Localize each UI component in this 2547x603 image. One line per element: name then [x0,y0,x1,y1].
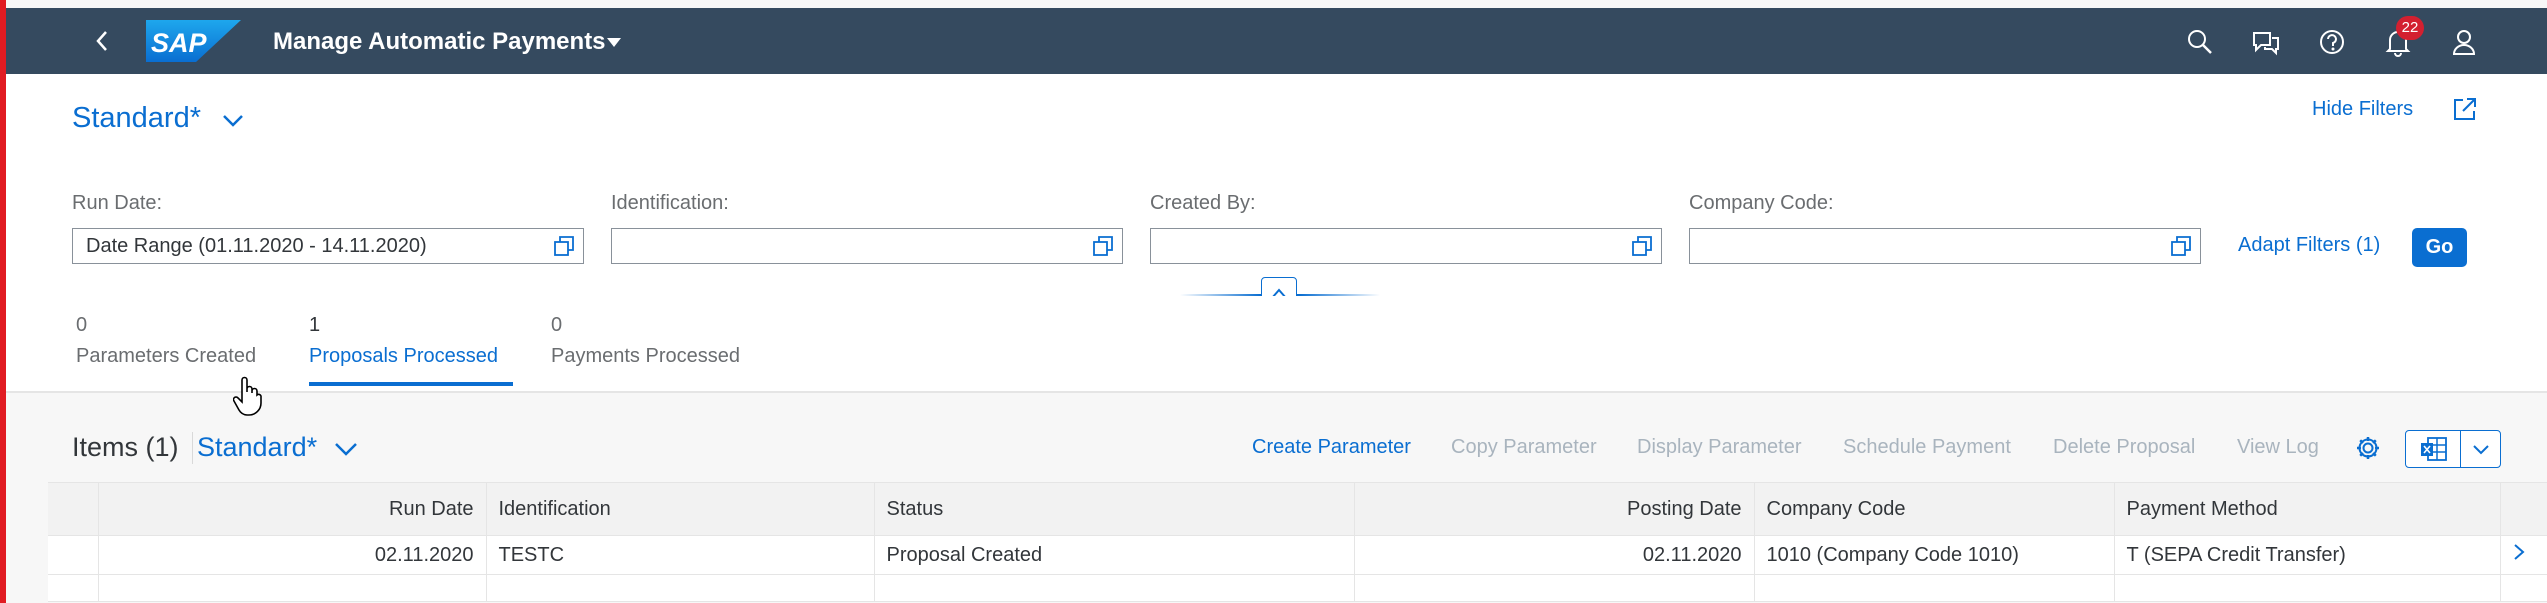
search-icon[interactable] [2184,26,2216,58]
spreadsheet-export-icon [2421,437,2447,461]
tab-count: 0 [551,314,563,336]
column-header-identification[interactable]: Identification [486,482,875,536]
tab-payments-processed[interactable]: 0 Payments Processed [551,314,740,368]
empty-cell [98,574,487,602]
view-log-button[interactable]: View Log [2237,436,2319,459]
row-selector[interactable] [48,535,99,575]
cell-run-date: 02.11.2020 [98,535,487,575]
run-date-field[interactable]: Date Range (01.11.2020 - 14.11.2020) [72,228,584,264]
adapt-filters-button[interactable]: Adapt Filters (1) [2238,234,2380,257]
tab-proposals-processed[interactable]: 1 Proposals Processed [309,314,498,368]
tab-parameters-created[interactable]: 0 Parameters Created [76,314,256,368]
company-code-field[interactable] [1689,228,2201,264]
tab-label: Payments Processed [551,345,740,367]
app-title[interactable]: Manage Automatic Payments [273,28,606,56]
column-header-payment-method[interactable]: Payment Method [2114,482,2501,536]
hide-filters-button[interactable]: Hide Filters [2312,98,2413,121]
chevron-down-icon[interactable] [334,442,358,456]
display-parameter-button[interactable]: Display Parameter [1637,436,1802,459]
active-tab-indicator [309,382,513,386]
empty-cell [2500,574,2547,602]
user-icon[interactable] [2448,26,2480,58]
variant-selector[interactable]: Standard* [72,102,201,135]
empty-table-row [48,574,2547,602]
delete-proposal-button[interactable]: Delete Proposal [2053,436,2195,459]
back-icon[interactable] [88,28,118,54]
value-help-icon[interactable] [2170,235,2192,257]
tab-bar: 0 Parameters Created 1 Proposals Process… [6,296,2547,416]
caret-down-icon[interactable] [607,38,621,47]
sap-logo-text: SAP [151,28,208,58]
payments-table: Run Date Identification Status Posting D… [48,482,2547,602]
cell-company-code: 1010 (Company Code 1010) [1754,535,2115,575]
table-header-row: Run Date Identification Status Posting D… [48,482,2547,536]
chevron-right-icon [2513,544,2525,560]
column-header-posting-date[interactable]: Posting Date [1354,482,1755,536]
column-header-run-date[interactable]: Run Date [98,482,487,536]
cell-status: Proposal Created [874,535,1355,575]
tab-label: Parameters Created [76,345,257,367]
hand-cursor-icon [233,376,262,416]
value-help-icon[interactable] [1092,235,1114,257]
table-variant-selector[interactable]: Standard* [197,432,317,463]
cell-payment-method: T (SEPA Credit Transfer) [2114,535,2501,575]
share-icon[interactable] [2452,96,2478,122]
go-button[interactable]: Go [2412,228,2467,267]
created-by-field[interactable] [1150,228,1662,264]
run-date-label: Run Date: [72,192,163,214]
company-code-label: Company Code: [1689,192,1834,214]
cell-identification: TESTC [486,535,875,575]
empty-cell [48,574,99,602]
empty-cell [1754,574,2115,602]
schedule-payment-button[interactable]: Schedule Payment [1843,436,2011,459]
toolbar-separator [192,432,193,464]
table-row[interactable]: 02.11.2020 TESTC Proposal Created 02.11.… [48,535,2547,575]
navigation-column-header [2500,482,2547,536]
tab-count: 0 [76,314,88,336]
value-help-icon[interactable] [1631,235,1653,257]
sap-logo[interactable]: SAP [146,20,241,62]
filter-header: Standard* Hide Filters Run Date: Date Ra… [6,74,2547,296]
empty-cell [486,574,875,602]
identification-label: Identification: [611,192,729,214]
copy-parameter-button[interactable]: Copy Parameter [1451,436,1597,459]
select-column-header[interactable] [48,482,99,536]
items-title: Items (1) [72,432,179,462]
chevron-down-icon[interactable] [2472,444,2490,456]
help-icon[interactable] [2316,26,2348,58]
gear-icon[interactable] [2354,434,2382,462]
row-navigation[interactable] [2500,535,2547,575]
notification-badge[interactable]: 22 [2396,16,2424,40]
cell-posting-date: 02.11.2020 [1354,535,1755,575]
create-parameter-button[interactable]: Create Parameter [1252,436,1411,459]
chevron-down-icon[interactable] [222,114,244,128]
created-by-label: Created By: [1150,192,1256,214]
shell-bar: SAP Manage Automatic Payments 22 [6,8,2547,74]
run-date-value: Date Range (01.11.2020 - 14.11.2020) [86,235,427,257]
empty-cell [1354,574,1755,602]
empty-cell [874,574,1355,602]
feedback-icon[interactable] [2250,26,2282,58]
tab-label: Proposals Processed [309,345,498,367]
empty-cell [2114,574,2501,602]
export-button[interactable] [2405,430,2501,468]
export-divider [2460,431,2461,467]
column-header-company-code[interactable]: Company Code [1754,482,2115,536]
column-header-status[interactable]: Status [874,482,1355,536]
tab-count: 1 [309,314,321,336]
identification-field[interactable] [611,228,1123,264]
value-help-icon[interactable] [553,235,575,257]
